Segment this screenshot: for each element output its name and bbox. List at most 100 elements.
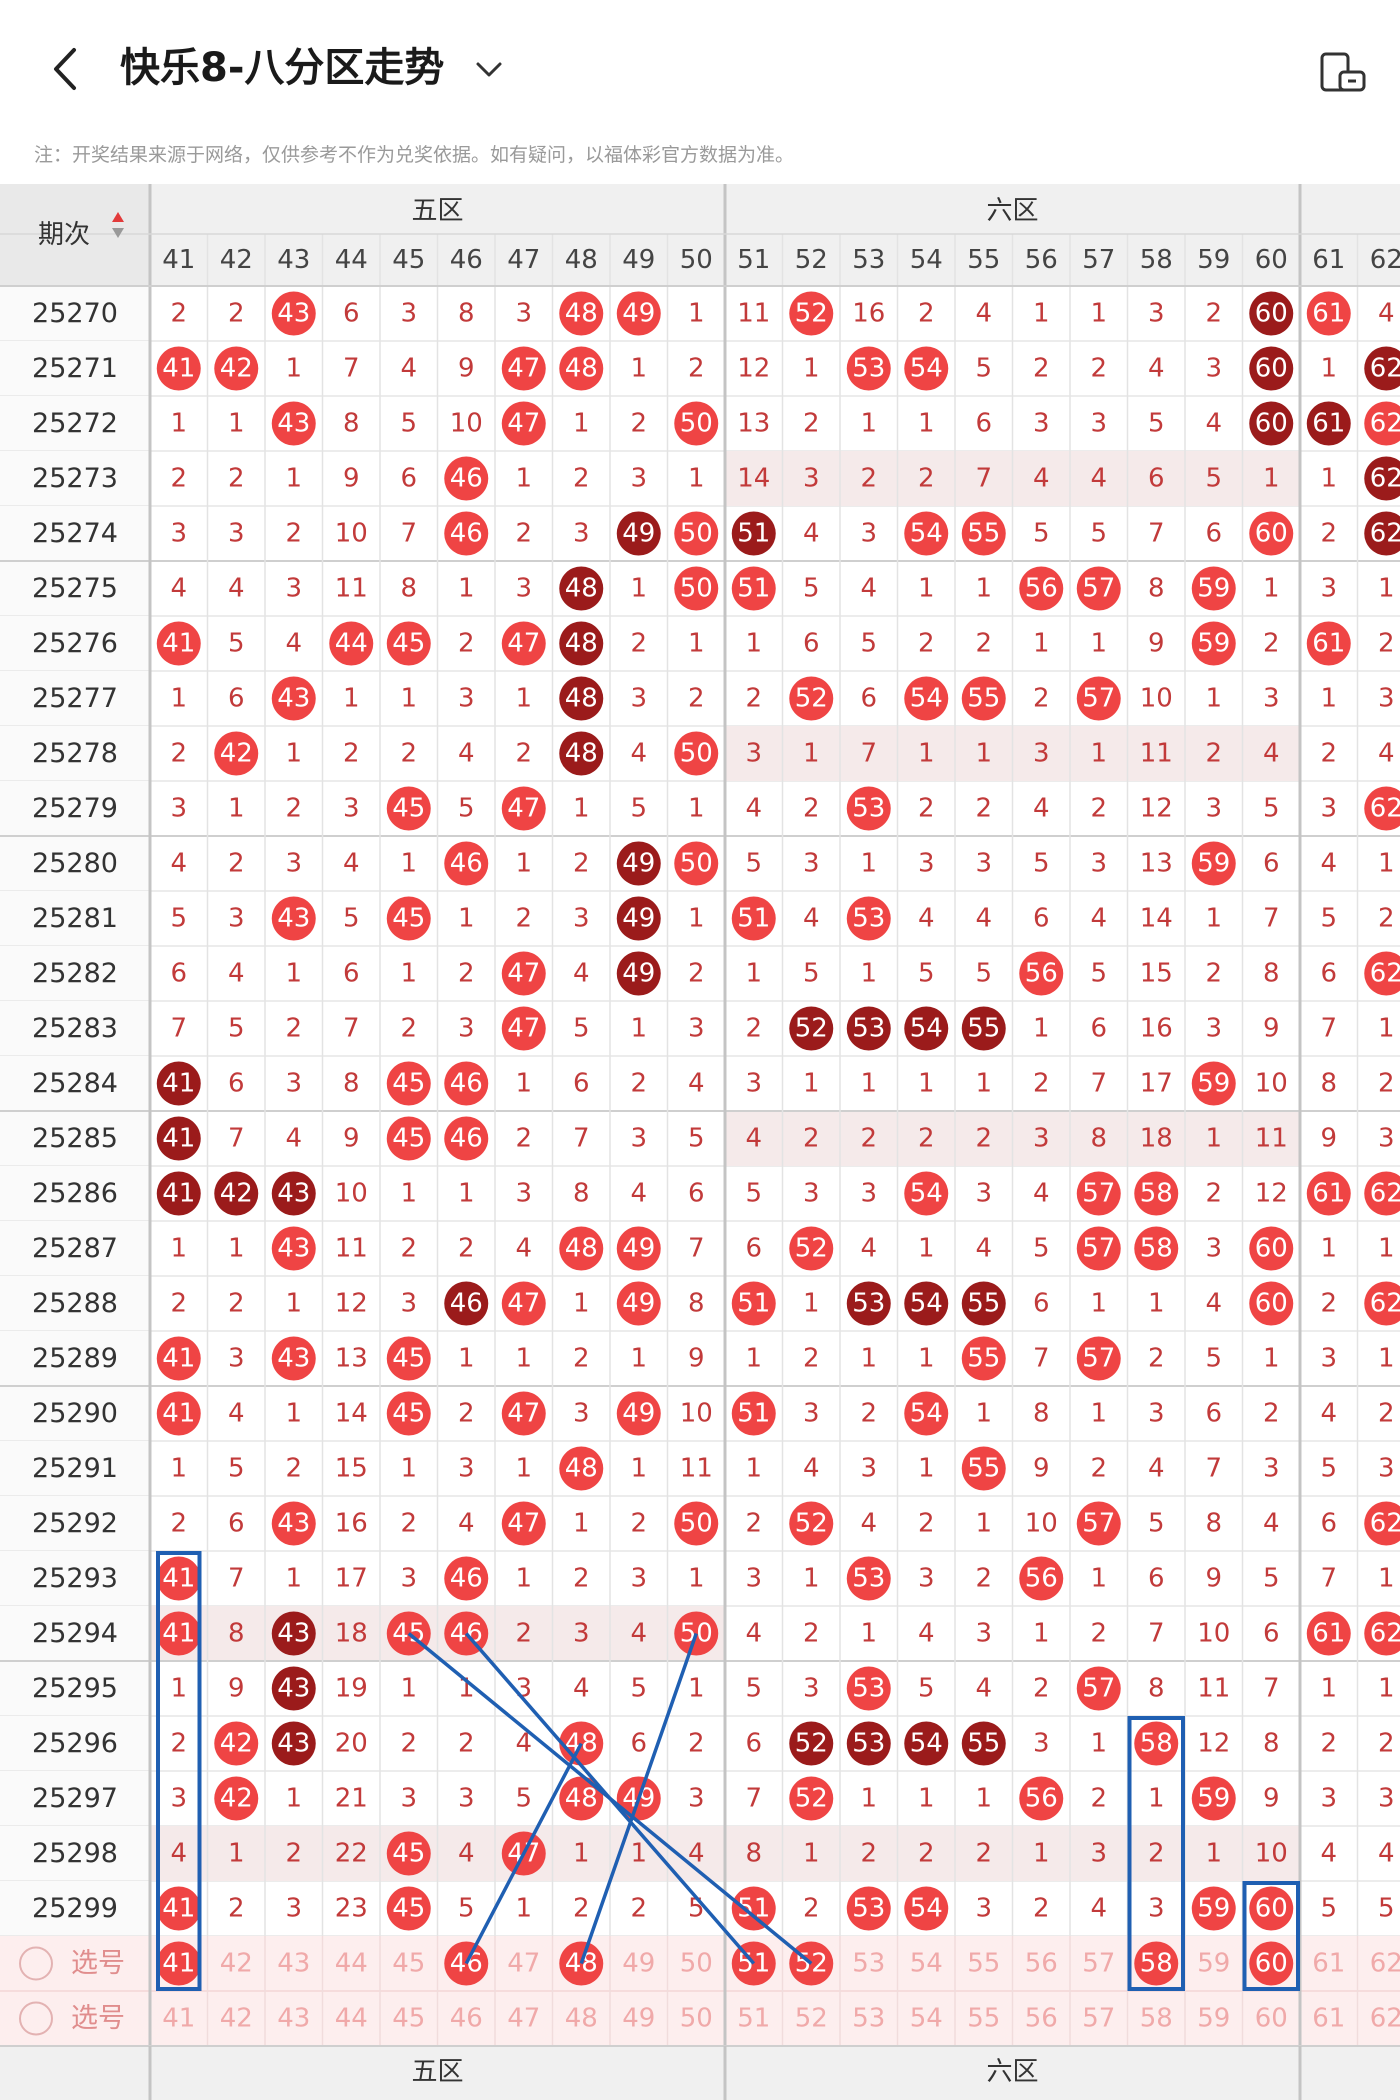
miss-count: 9	[1263, 1784, 1280, 1814]
miss-count: 1	[1090, 299, 1107, 329]
miss-count: 4	[1320, 1839, 1337, 1869]
ball-number: 48	[565, 739, 598, 769]
miss-count: 6	[688, 1179, 705, 1209]
trend-grid[interactable]: 期次五区 六区41 42 43 44 45 46 47 48 49 50 51 52 53 54 55 56 57…	[0, 184, 1400, 2100]
ball-number: 54	[910, 1014, 943, 1044]
select-number: 55	[967, 2004, 1000, 2034]
column-number: 56	[1025, 245, 1058, 275]
miss-count: 19	[335, 1674, 368, 1704]
miss-count: 1	[573, 1509, 590, 1539]
miss-count: 4	[745, 1124, 762, 1154]
miss-count: 4	[170, 1839, 187, 1869]
ball-number: 52	[795, 684, 828, 714]
issue-number: 25280	[32, 848, 118, 879]
ball-number: 48	[565, 684, 598, 714]
miss-count: 3	[1148, 299, 1165, 329]
ball-number: 62	[1370, 409, 1400, 439]
column-number: 48	[565, 245, 598, 275]
miss-count: 5	[745, 849, 762, 879]
miss-count: 3	[630, 1124, 647, 1154]
footer-zone-header-1: 五区	[411, 2057, 463, 2087]
ball-number: 43	[277, 684, 310, 714]
miss-count: 1	[400, 849, 417, 879]
miss-count: 13	[1140, 849, 1173, 879]
miss-count: 2	[918, 1839, 935, 1869]
miss-count: 7	[400, 519, 417, 549]
ball-number: 56	[1025, 1784, 1058, 1814]
miss-count: 7	[975, 464, 992, 494]
miss-count: 2	[285, 1014, 302, 1044]
miss-count: 4	[975, 1234, 992, 1264]
miss-count: 1	[515, 1454, 532, 1484]
miss-count: 1	[860, 1619, 877, 1649]
miss-count: 4	[860, 574, 877, 604]
miss-count: 1	[458, 574, 475, 604]
miss-count: 2	[860, 1399, 877, 1429]
miss-count: 4	[1148, 1454, 1165, 1484]
miss-count: 5	[1205, 1344, 1222, 1374]
miss-count: 9	[458, 354, 475, 384]
select-number: 62	[1370, 2004, 1400, 2034]
select-number: 56	[1025, 2004, 1058, 2034]
trend-table[interactable]: 期次 五区 六区 41 42 43 44 45 46 47 48 49 50 51 52 53 54 55 56 57…	[0, 184, 1400, 2100]
miss-count: 1	[745, 629, 762, 659]
page-title[interactable]: 快乐8-八分区走势	[120, 40, 444, 96]
miss-count: 2	[975, 1124, 992, 1154]
ball-number: 55	[967, 684, 1000, 714]
issue-number: 25284	[32, 1068, 118, 1099]
miss-count: 2	[228, 1289, 245, 1319]
miss-count: 1	[515, 849, 532, 879]
miss-count: 2	[228, 1894, 245, 1924]
ball-number: 45	[392, 1894, 425, 1924]
ball-number: 48	[565, 1784, 598, 1814]
miss-count: 3	[975, 1894, 992, 1924]
zone-header-2: 六区	[986, 196, 1038, 226]
miss-count: 1	[688, 794, 705, 824]
miss-count: 2	[1205, 1179, 1222, 1209]
ball-number: 47	[507, 1399, 540, 1429]
rotate-screen-icon[interactable]	[1318, 50, 1368, 94]
miss-count: 3	[1320, 1344, 1337, 1374]
miss-count: 2	[458, 1729, 475, 1759]
miss-count: 2	[1033, 684, 1050, 714]
miss-count: 3	[1378, 1454, 1395, 1484]
miss-count: 15	[335, 1454, 368, 1484]
miss-count: 1	[803, 1069, 820, 1099]
back-icon[interactable]	[44, 44, 88, 94]
ball-number: 43	[277, 904, 310, 934]
miss-count: 1	[1378, 1674, 1395, 1704]
miss-count: 5	[1033, 519, 1050, 549]
miss-count: 1	[688, 464, 705, 494]
miss-count: 1	[918, 1454, 935, 1484]
miss-count: 2	[400, 1509, 417, 1539]
miss-count: 2	[688, 354, 705, 384]
miss-count: 9	[1263, 1014, 1280, 1044]
ball-number: 48	[565, 299, 598, 329]
miss-count: 3	[860, 1454, 877, 1484]
ball-number: 49	[622, 299, 655, 329]
miss-count: 2	[975, 794, 992, 824]
ball-number: 59	[1197, 1784, 1230, 1814]
miss-count: 5	[803, 574, 820, 604]
miss-count: 5	[630, 1674, 647, 1704]
miss-count: 6	[343, 959, 360, 989]
miss-count: 4	[1033, 464, 1050, 494]
miss-count: 7	[573, 1124, 590, 1154]
ball-number: 48	[565, 354, 598, 384]
ball-number: 62	[1370, 1289, 1400, 1319]
miss-count: 12	[335, 1289, 368, 1319]
miss-count: 5	[630, 794, 647, 824]
chevron-down-icon[interactable]	[472, 52, 506, 86]
issue-number: 25271	[32, 353, 118, 384]
miss-count: 5	[515, 1784, 532, 1814]
miss-count: 1	[170, 1674, 187, 1704]
miss-count: 4	[745, 1619, 762, 1649]
miss-count: 4	[630, 1619, 647, 1649]
miss-count: 2	[1033, 354, 1050, 384]
miss-count: 2	[573, 1564, 590, 1594]
miss-count: 2	[573, 464, 590, 494]
miss-count: 1	[573, 409, 590, 439]
ball-number: 43	[277, 299, 310, 329]
miss-count: 16	[335, 1509, 368, 1539]
ball-number: 51	[737, 1399, 770, 1429]
